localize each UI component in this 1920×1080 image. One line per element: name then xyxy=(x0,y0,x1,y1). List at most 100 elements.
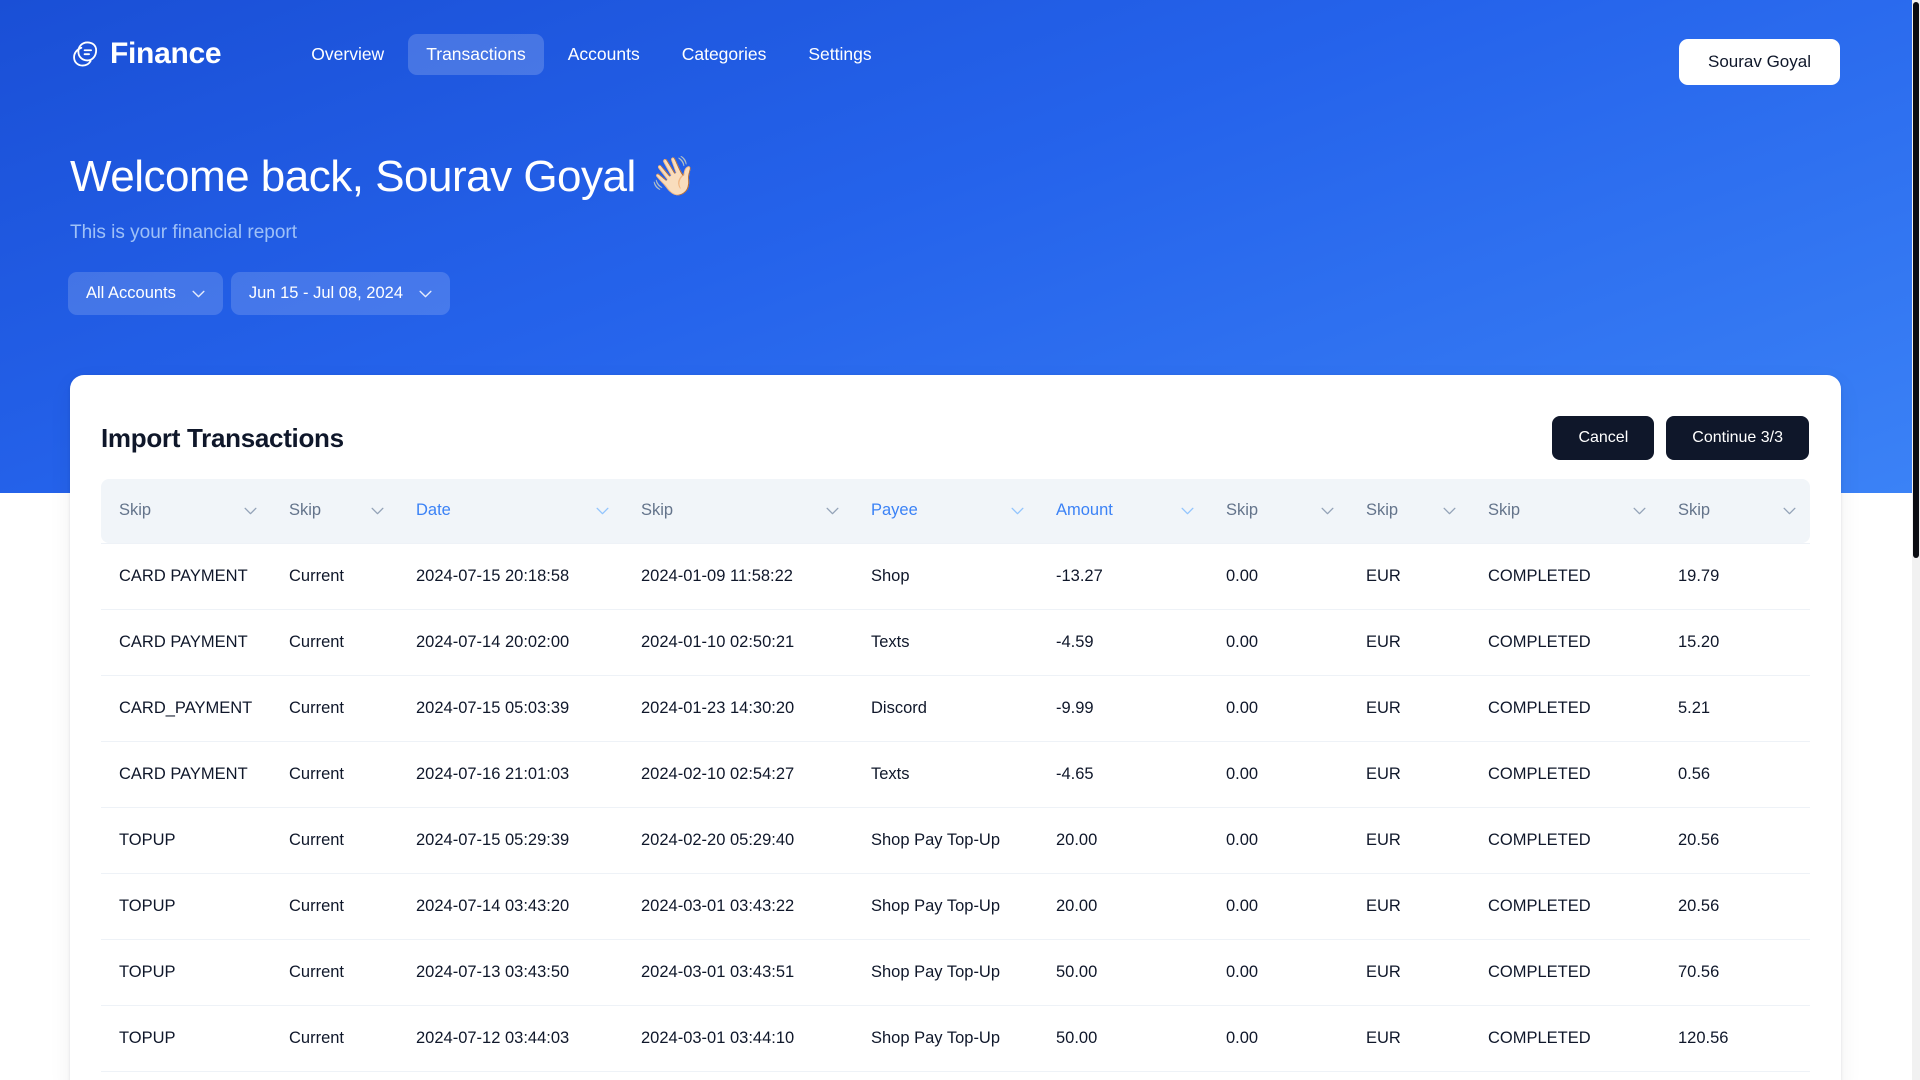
table-cell: 2024-07-14 03:43:20 xyxy=(398,873,623,940)
table-column-header-2: Date xyxy=(398,479,623,543)
table-cell: Texts xyxy=(853,741,1038,808)
table-cell: Shop Pay Top-Up xyxy=(853,807,1038,874)
table-cell: EUR xyxy=(1348,873,1470,940)
nav-item-categories[interactable]: Categories xyxy=(664,34,785,75)
table-column-header-5: Amount xyxy=(1038,479,1208,543)
continue-button[interactable]: Continue 3/3 xyxy=(1666,416,1809,460)
table-body: CARD PAYMENT Current 2024-07-15 20:18:58 20… xyxy=(101,542,1810,1072)
table-cell: CARD PAYMENT xyxy=(101,741,271,808)
nav-item-transactions[interactable]: Transactions xyxy=(408,33,544,75)
table-cell: COMPLETED xyxy=(1470,807,1660,874)
table-cell: 2024-02-10 02:54:27 xyxy=(623,741,853,808)
chevron-down-icon xyxy=(192,284,205,303)
table-cell: EUR xyxy=(1348,741,1470,808)
column-mapping-select-5[interactable]: Amount xyxy=(1056,501,1194,520)
nav-item-settings[interactable]: Settings xyxy=(790,34,889,75)
table-cell: 2024-03-01 03:43:22 xyxy=(623,873,853,940)
table-cell: Current xyxy=(271,939,398,1006)
table-cell: Discord xyxy=(853,675,1038,742)
table-cell: EUR xyxy=(1348,542,1470,610)
table-cell: EUR xyxy=(1348,1005,1470,1072)
column-mapping-select-4[interactable]: Payee xyxy=(871,501,1024,520)
import-transactions-card: Import Transactions Cancel Continue 3/3 … xyxy=(70,375,1841,1080)
table-row: CARD_PAYMENT Current 2024-07-15 05:03:39 20… xyxy=(101,675,1810,742)
table-cell: 2024-01-23 14:30:20 xyxy=(623,675,853,742)
table-cell: 20.56 xyxy=(1660,807,1810,874)
table-cell: Current xyxy=(271,741,398,808)
table-column-header-1: Skip xyxy=(271,479,398,543)
brand-name: Finance xyxy=(110,37,222,70)
table-row: TOPUP Current 2024-07-12 03:44:03 2024-03-0… xyxy=(101,1005,1810,1072)
table-cell: EUR xyxy=(1348,675,1470,742)
table-cell: -4.65 xyxy=(1038,741,1208,808)
table-cell: Current xyxy=(271,1005,398,1072)
column-mapping-select-7[interactable]: Skip xyxy=(1366,501,1456,520)
table-cell: 5.21 xyxy=(1660,675,1810,742)
column-header-label: Skip xyxy=(1678,501,1711,520)
user-menu-button[interactable]: Sourav Goyal xyxy=(1679,39,1840,85)
table-cell: 0.00 xyxy=(1208,1005,1348,1072)
chevron-down-icon xyxy=(826,507,839,515)
welcome-heading: Welcome back, Sourav Goyal 👋🏻 xyxy=(70,152,697,203)
chevron-down-icon xyxy=(1443,507,1456,515)
account-filter-select[interactable]: All Accounts xyxy=(68,272,223,315)
table-cell: 0.00 xyxy=(1208,741,1348,808)
page-scrollbar-track[interactable] xyxy=(1912,0,1920,1080)
table-cell: 70.56 xyxy=(1660,939,1810,1006)
column-mapping-select-0[interactable]: Skip xyxy=(119,501,257,520)
column-header-label: Skip xyxy=(1226,501,1259,520)
table-cell: Current xyxy=(271,609,398,676)
nav-item-accounts[interactable]: Accounts xyxy=(550,34,658,75)
chevron-down-icon xyxy=(244,507,257,515)
card-header: Import Transactions Cancel Continue 3/3 xyxy=(70,405,1841,471)
table-cell: 20.56 xyxy=(1660,873,1810,940)
top-navigation-bar: Finance Overview Transactions Accounts C… xyxy=(0,0,1912,108)
column-mapping-select-2[interactable]: Date xyxy=(416,501,609,520)
table-cell: Current xyxy=(271,542,398,610)
table-cell: 2024-02-20 05:29:40 xyxy=(623,807,853,874)
table-cell: 2024-01-09 11:58:22 xyxy=(623,542,853,610)
table-cell: Shop xyxy=(853,542,1038,610)
chevron-down-icon xyxy=(371,507,384,515)
table-cell: -9.99 xyxy=(1038,675,1208,742)
date-range-filter-select[interactable]: Jun 15 - Jul 08, 2024 xyxy=(230,272,450,315)
table-cell: EUR xyxy=(1348,939,1470,1006)
column-header-label: Skip xyxy=(1366,501,1399,520)
table-cell: 50.00 xyxy=(1038,939,1208,1006)
column-mapping-select-9[interactable]: Skip xyxy=(1678,501,1796,520)
table-cell: CARD PAYMENT xyxy=(101,542,271,610)
table-cell: 20.00 xyxy=(1038,807,1208,874)
table-cell: COMPLETED xyxy=(1470,675,1660,742)
nav-links: Overview Transactions Accounts Categorie… xyxy=(293,33,889,75)
table-row: CARD PAYMENT Current 2024-07-14 20:02:00 20… xyxy=(101,609,1810,676)
table-cell: Texts xyxy=(853,609,1038,676)
table-cell: 0.00 xyxy=(1208,939,1348,1006)
cancel-button[interactable]: Cancel xyxy=(1552,416,1655,460)
chevron-down-icon xyxy=(596,507,609,515)
table-cell: EUR xyxy=(1348,609,1470,676)
table-cell: TOPUP xyxy=(101,1005,271,1072)
table-row: TOPUP Current 2024-07-13 03:43:50 2024-03-0… xyxy=(101,939,1810,1006)
table-head: Skip Skip Date Skip Payee Amount Skip Skip Skip S… xyxy=(101,479,1810,543)
brand-logo-group[interactable]: Finance xyxy=(70,37,222,71)
column-mapping-select-8[interactable]: Skip xyxy=(1488,501,1646,520)
table-cell: Shop Pay Top-Up xyxy=(853,873,1038,940)
column-header-label: Amount xyxy=(1056,501,1113,520)
table-cell: 0.00 xyxy=(1208,675,1348,742)
nav-item-overview[interactable]: Overview xyxy=(293,34,402,75)
column-mapping-select-3[interactable]: Skip xyxy=(641,501,839,520)
table-cell: Shop Pay Top-Up xyxy=(853,1005,1038,1072)
table-cell: COMPLETED xyxy=(1470,939,1660,1006)
column-mapping-select-6[interactable]: Skip xyxy=(1226,501,1334,520)
chevron-down-icon xyxy=(1321,507,1334,515)
finance-mask-logo-icon xyxy=(70,39,100,69)
table-row: TOPUP Current 2024-07-15 05:29:39 2024-02-2… xyxy=(101,807,1810,874)
column-header-label: Skip xyxy=(641,501,674,520)
table-cell: COMPLETED xyxy=(1470,1005,1660,1072)
table-row: TOPUP Current 2024-07-14 03:43:20 2024-03-0… xyxy=(101,873,1810,940)
table-cell: 0.00 xyxy=(1208,609,1348,676)
column-mapping-select-1[interactable]: Skip xyxy=(289,501,384,520)
page-scrollbar-thumb[interactable] xyxy=(1913,2,1919,558)
app-root: Finance Overview Transactions Accounts C… xyxy=(0,0,1920,1080)
table-cell: 2024-07-14 20:02:00 xyxy=(398,609,623,676)
